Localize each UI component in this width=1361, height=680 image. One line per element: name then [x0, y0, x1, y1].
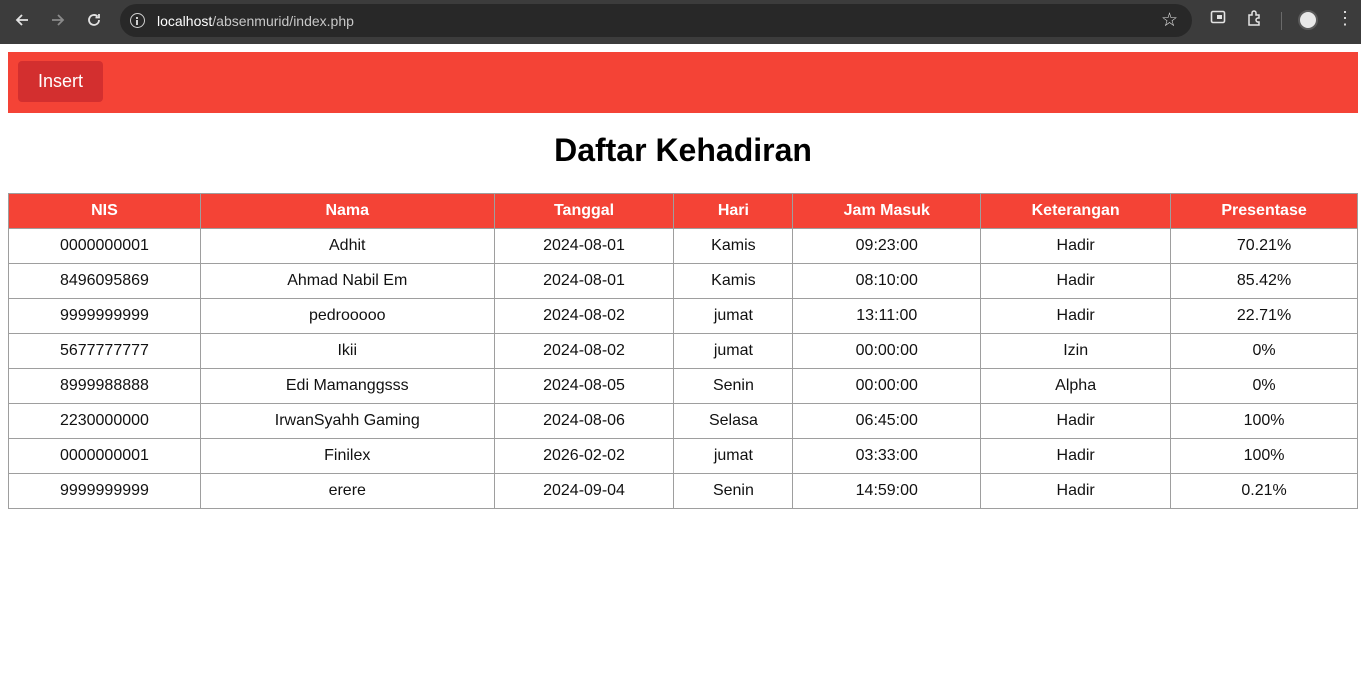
cell-presentase: 0.21%: [1170, 473, 1358, 509]
extensions-icon[interactable]: [1246, 9, 1264, 32]
cell-tanggal: 2024-08-01: [493, 228, 675, 264]
cell-jam-masuk: 13:11:00: [792, 298, 982, 334]
cell-keterangan: Izin: [980, 333, 1172, 369]
header-presentase: Presentase: [1170, 193, 1358, 229]
url-host: localhost: [157, 12, 213, 29]
cell-nis: 0000000001: [8, 438, 201, 474]
page-content: Insert Daftar Kehadiran NIS Nama Tanggal…: [0, 44, 1361, 680]
cell-nama: Edi Mamanggsss: [199, 368, 495, 404]
header-nis: NIS: [8, 193, 201, 229]
table-row: 9999999999 erere 2024-09-04 Senin 14:59:…: [8, 473, 1358, 509]
reload-icon[interactable]: [80, 6, 108, 34]
browser-toolbar: localhost/absenmurid/index.php ☆ ⋮: [0, 0, 1361, 44]
cell-jam-masuk: 06:45:00: [792, 403, 982, 439]
cell-nis: 5677777777: [8, 333, 201, 369]
cell-keterangan: Hadir: [980, 263, 1172, 299]
tab-search-icon[interactable]: [1210, 9, 1226, 30]
cell-presentase: 70.21%: [1170, 228, 1358, 264]
cell-keterangan: Hadir: [980, 298, 1172, 334]
cell-presentase: 0%: [1170, 333, 1358, 369]
cell-jam-masuk: 03:33:00: [792, 438, 982, 474]
cell-nis: 9999999999: [8, 473, 201, 509]
header-keterangan: Keterangan: [980, 193, 1172, 229]
table-row: 0000000001 Adhit 2024-08-01 Kamis 09:23:…: [8, 228, 1358, 264]
cell-hari: Senin: [673, 473, 794, 509]
cell-nis: 9999999999: [8, 298, 201, 334]
table-row: 2230000000 IrwanSyahh Gaming 2024-08-06 …: [8, 403, 1358, 439]
header-tanggal: Tanggal: [493, 193, 675, 229]
cell-nama: IrwanSyahh Gaming: [199, 403, 495, 439]
table-row: 5677777777 Ikii 2024-08-02 jumat 00:00:0…: [8, 333, 1358, 369]
cell-presentase: 100%: [1170, 403, 1358, 439]
header-hari: Hari: [673, 193, 794, 229]
cell-hari: Kamis: [673, 263, 794, 299]
cell-jam-masuk: 00:00:00: [792, 333, 982, 369]
cell-nis: 0000000001: [8, 228, 201, 264]
cell-tanggal: 2024-08-06: [493, 403, 675, 439]
cell-tanggal: 2024-08-02: [493, 298, 675, 334]
toolbar-separator: [1281, 12, 1282, 30]
forward-icon[interactable]: [44, 6, 72, 34]
cell-hari: Kamis: [673, 228, 794, 264]
cell-tanggal: 2024-09-04: [493, 473, 675, 509]
cell-nama: pedrooooo: [199, 298, 495, 334]
url-path: /absenmurid/index.php: [212, 12, 354, 29]
cell-presentase: 85.42%: [1170, 263, 1358, 299]
cell-hari: Senin: [673, 368, 794, 404]
cell-keterangan: Hadir: [980, 473, 1172, 509]
table-header-row: NIS Nama Tanggal Hari Jam Masuk Keterang…: [8, 193, 1358, 229]
cell-keterangan: Alpha: [980, 368, 1172, 404]
cell-nama: erere: [199, 473, 495, 509]
back-icon[interactable]: [8, 6, 36, 34]
table-row: 8999988888 Edi Mamanggsss 2024-08-05 Sen…: [8, 368, 1358, 404]
cell-tanggal: 2024-08-01: [493, 263, 675, 299]
table-row: 0000000001 Finilex 2026-02-02 jumat 03:3…: [8, 438, 1358, 474]
table-row: 8496095869 Ahmad Nabil Em 2024-08-01 Kam…: [8, 263, 1358, 299]
cell-hari: jumat: [673, 438, 794, 474]
page-title: Daftar Kehadiran: [554, 132, 812, 168]
header-nama: Nama: [199, 193, 495, 229]
cell-hari: jumat: [673, 298, 794, 334]
cell-presentase: 100%: [1170, 438, 1358, 474]
cell-presentase: 0%: [1170, 368, 1358, 404]
cell-nama: Ahmad Nabil Em: [199, 263, 495, 299]
table-row: 9999999999 pedrooooo 2024-08-02 jumat 13…: [8, 298, 1358, 334]
cell-nis: 8496095869: [8, 263, 201, 299]
attendance-table: NIS Nama Tanggal Hari Jam Masuk Keterang…: [8, 193, 1358, 509]
insert-button[interactable]: Insert: [18, 61, 103, 102]
cell-tanggal: 2024-08-05: [493, 368, 675, 404]
cell-jam-masuk: 08:10:00: [792, 263, 982, 299]
cell-nama: Adhit: [199, 228, 495, 264]
cell-jam-masuk: 14:59:00: [792, 473, 982, 509]
cell-nis: 8999988888: [8, 368, 201, 404]
cell-hari: jumat: [673, 333, 794, 369]
url-text[interactable]: localhost/absenmurid/index.php: [157, 13, 354, 29]
cell-nama: Finilex: [199, 438, 495, 474]
cell-nama: Ikii: [199, 333, 495, 369]
cell-jam-masuk: 09:23:00: [792, 228, 982, 264]
bookmark-star-icon[interactable]: ☆: [1161, 9, 1178, 32]
profile-avatar-icon[interactable]: [1298, 10, 1318, 30]
cell-hari: Selasa: [673, 403, 794, 439]
cell-tanggal: 2026-02-02: [493, 438, 675, 474]
cell-jam-masuk: 00:00:00: [792, 368, 982, 404]
cell-nis: 2230000000: [8, 403, 201, 439]
header-bar: Insert: [8, 52, 1358, 113]
cell-presentase: 22.71%: [1170, 298, 1358, 334]
more-menu-icon[interactable]: ⋮: [1336, 9, 1354, 27]
cell-keterangan: Hadir: [980, 403, 1172, 439]
site-info-icon[interactable]: [130, 13, 145, 28]
address-bar[interactable]: localhost/absenmurid/index.php ☆: [120, 4, 1192, 37]
header-jam-masuk: Jam Masuk: [792, 193, 982, 229]
cell-keterangan: Hadir: [980, 438, 1172, 474]
cell-keterangan: Hadir: [980, 228, 1172, 264]
cell-tanggal: 2024-08-02: [493, 333, 675, 369]
